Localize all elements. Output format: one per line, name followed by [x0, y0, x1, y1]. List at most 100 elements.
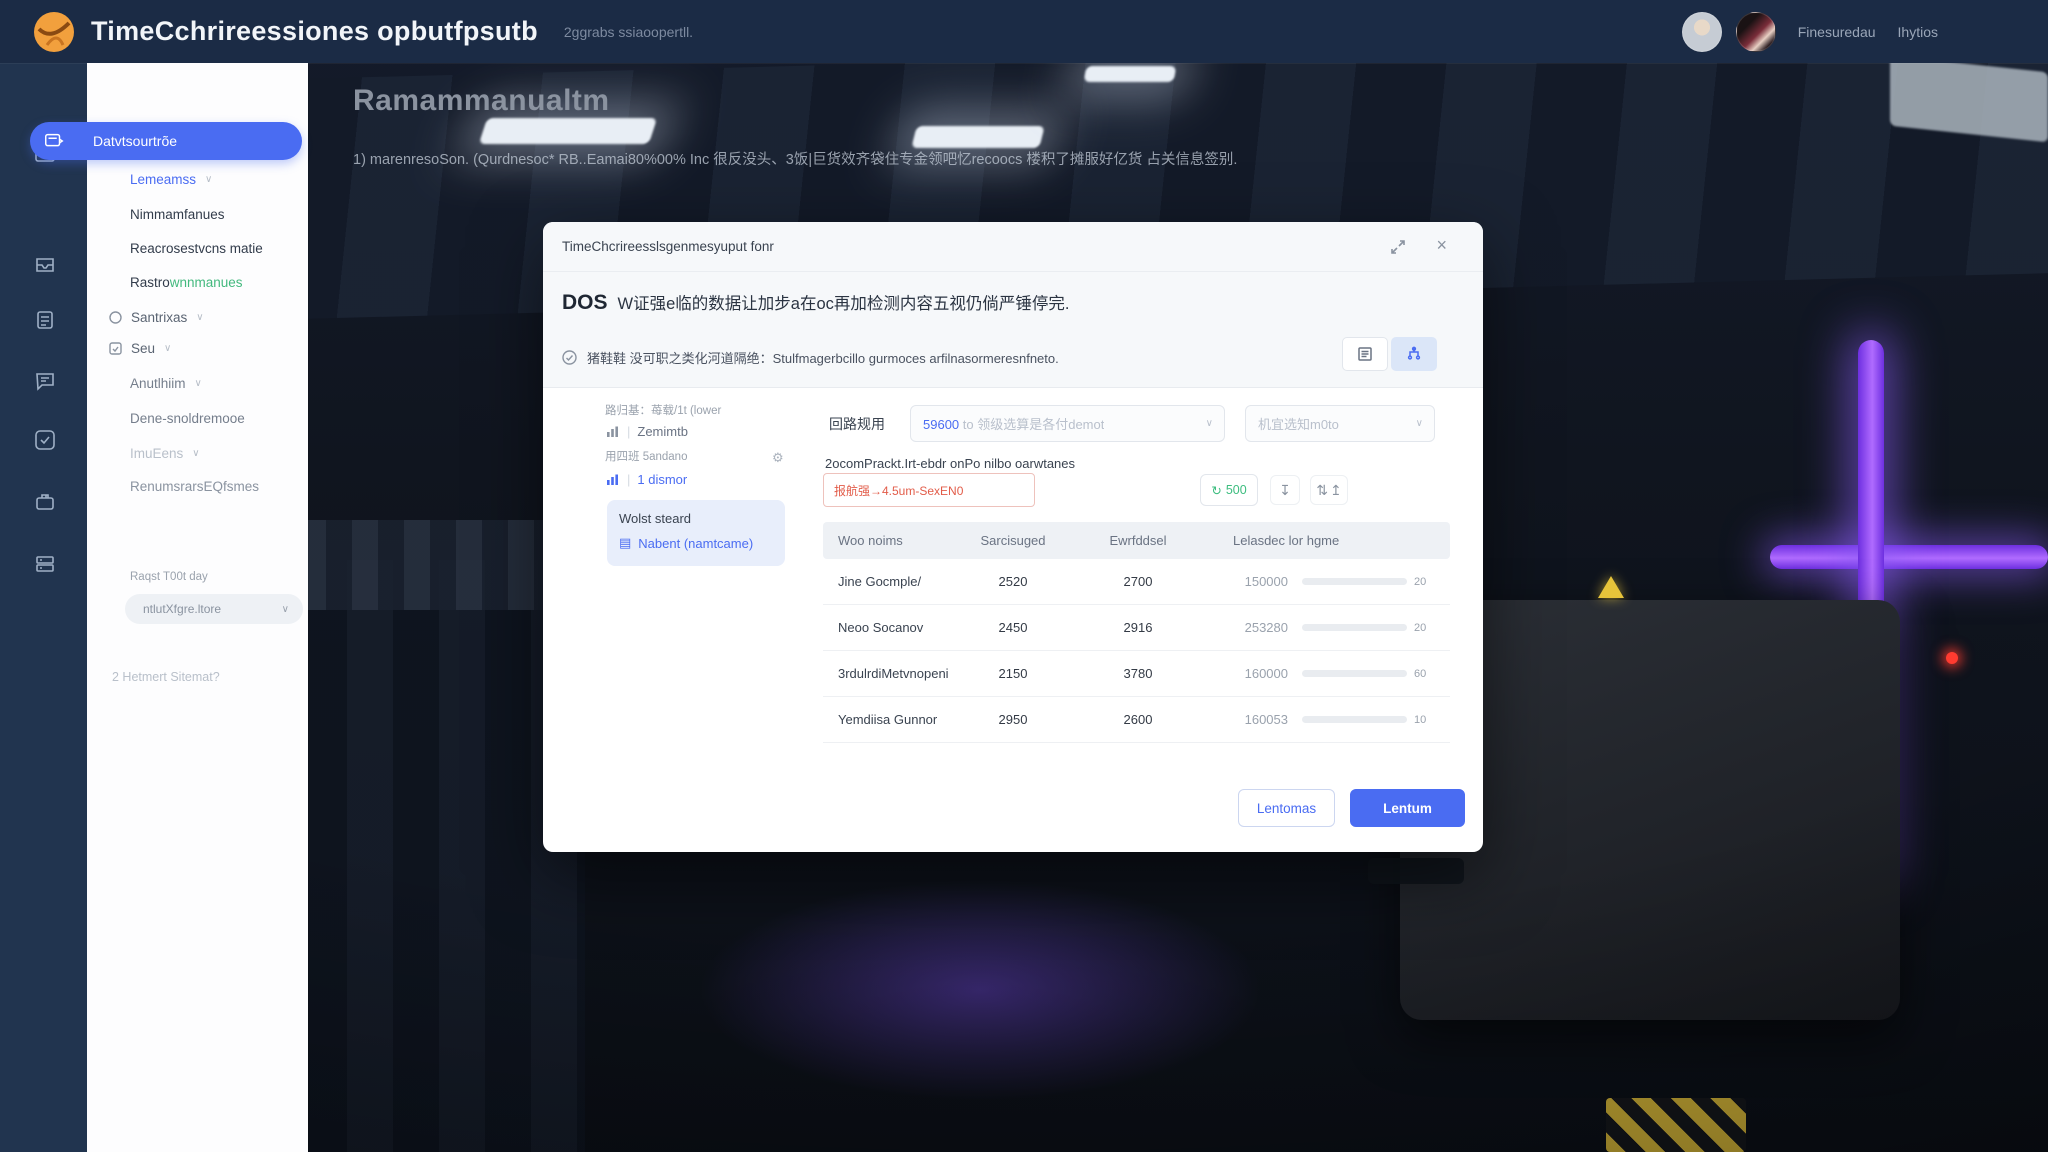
count-label: 500 [1226, 483, 1247, 497]
icon-rail [0, 63, 87, 1152]
document-icon: ▤ [619, 535, 631, 551]
briefcase-icon[interactable] [33, 490, 57, 514]
avatar[interactable] [1736, 12, 1776, 52]
table-row[interactable]: Jine Gocmple/ 2520 2700 150000 20 [823, 559, 1450, 605]
cell-sent: 2950 [953, 712, 1073, 727]
source-item-label: 1 dismor [637, 472, 687, 487]
cell-name: Neoo Socanov [823, 620, 953, 635]
chevron-down-icon: ∨ [196, 312, 203, 323]
sidebar-item[interactable]: RenumsrarsEQfsmes [130, 479, 259, 494]
cell-limit: 160053 [1203, 712, 1288, 727]
divider: | [627, 472, 630, 487]
cell-percent: 60 [1414, 668, 1444, 680]
sidebar: Rarcaaes ✓ Lemeamss∨ Nimmamfanues Reacro… [87, 63, 308, 1152]
circle-icon [108, 310, 123, 325]
sidebar-footer-link[interactable]: 2 Hetmert Sitemat? [112, 670, 220, 684]
table-row[interactable]: 3rdulrdiMetvnopeni 2150 3780 160000 60 [823, 651, 1450, 697]
bar-chart-icon [605, 424, 620, 439]
sidebar-item[interactable]: Santrixas [131, 310, 187, 325]
alert-input[interactable] [823, 473, 1035, 507]
close-icon[interactable]: × [1436, 235, 1447, 256]
cell-evolved: 3780 [1073, 666, 1203, 681]
list-view-button[interactable] [1342, 337, 1388, 371]
chevron-down-icon: ∨ [1206, 418, 1213, 429]
download-sort-button[interactable]: ↧ [1270, 475, 1300, 505]
info-text: 猪鞋鞋 没可职之类化河道隔绝：Stulfmagerbcillo gurmoces… [587, 348, 1059, 367]
refresh-count-button[interactable]: ↻ 500 [1200, 474, 1258, 506]
table-row[interactable]: Neoo Socanov 2450 2916 253280 20 [823, 605, 1450, 651]
progress-bar [1302, 578, 1407, 585]
filter-select-type[interactable]: 机宜选知m0to ∨ [1245, 405, 1435, 442]
cell-limit: 160000 [1203, 666, 1288, 681]
chevron-down-icon: ∨ [195, 378, 202, 389]
inbox-icon[interactable] [33, 252, 57, 276]
page-title: Ramammanualtm [353, 84, 1493, 118]
sidebar-item[interactable]: Seu [131, 341, 155, 356]
sidebar-item-active[interactable]: Datvtsourtrõe [30, 122, 302, 160]
source-item[interactable]: | Zemimtb [605, 424, 688, 439]
sidebar-item[interactable]: Rastrownnmanues [130, 275, 243, 290]
cell-name: Jine Gocmple/ [823, 574, 953, 589]
sidebar-item[interactable]: Dene-snoldremooe [130, 411, 245, 426]
dialog-right-panel: 回路规用 59600 to 领级选算是各付demot ∨ 机宜选知m0to ∨ … [823, 388, 1465, 788]
cell-percent: 20 [1414, 622, 1444, 634]
arrow-up-icon: ↥ [1330, 482, 1342, 499]
table-header-row: Woo noims Sarcisuged Ewrfddsel Lelasdec … [823, 522, 1450, 559]
arrow-down-icon: ↧ [1279, 482, 1291, 499]
section-subtitle: 2ocomPrackt.Irt-ebdr onPo nilbo oarwtane… [825, 456, 1075, 471]
data-table: Woo noims Sarcisuged Ewrfddsel Lelasdec … [823, 522, 1450, 743]
sidebar-item[interactable]: ImuEens [130, 446, 183, 461]
cell-sent: 2520 [953, 574, 1073, 589]
page-description: 1) marenresoSon. (Qurdnesoc* RB..Eamai80… [353, 150, 1493, 172]
chat-icon[interactable] [33, 369, 57, 393]
chevron-down-icon: ∨ [164, 343, 171, 354]
app-logo-icon [33, 11, 75, 53]
selected-source-card[interactable]: Wolst steard ▤ Nabent (namtcame) [607, 500, 785, 566]
app-window: #/draharoals Ramammanualtm 1) marenresoS… [0, 0, 2048, 1152]
source-item[interactable]: | 1 dismor [605, 472, 687, 487]
card-title: Wolst steard [619, 511, 773, 526]
card-link[interactable]: ▤ Nabent (namtcame) [619, 535, 773, 551]
filter-select-range[interactable]: 59600 to 领级选算是各付demot ∨ [910, 405, 1225, 442]
secondary-button[interactable]: Lentomas [1238, 789, 1335, 827]
chevron-down-icon: ∨ [282, 604, 289, 615]
column-header: Lelasdec lor hgme [1203, 533, 1450, 548]
divider: | [627, 424, 630, 439]
tree-view-button[interactable] [1391, 337, 1437, 371]
sort-toggle-button[interactable]: ⇅ ↥ [1310, 475, 1348, 505]
user-name-primary[interactable]: Finesuredau [1798, 24, 1876, 40]
sidebar-item[interactable]: Nimmamfanues [130, 207, 225, 222]
primary-button[interactable]: Lentum [1350, 789, 1465, 827]
dialog-header-area: TimeChcrireesslsgenmesyuput fonr × DOS W… [543, 222, 1483, 388]
avatar[interactable] [1682, 12, 1722, 52]
sidebar-item[interactable]: Reacrosestvcns matie [130, 241, 263, 256]
cell-sent: 2150 [953, 666, 1073, 681]
table-row[interactable]: Yemdiisa Gunnor 2950 2600 160053 10 [823, 697, 1450, 743]
filter-label: 回路规用 [829, 414, 885, 434]
sidebar-item[interactable]: Lemeamss [130, 172, 196, 187]
document-icon[interactable] [33, 308, 57, 332]
server-icon[interactable] [33, 552, 57, 576]
sidebar-dropdown[interactable]: ntlutXfgre.ltore ∨ [125, 594, 303, 624]
active-item-label: Datvtsourtrõe [93, 133, 177, 149]
brand-title: TimeCchrireessiones opbutfpsutb [91, 16, 538, 47]
check-box-icon[interactable] [33, 428, 57, 452]
cell-evolved: 2916 [1073, 620, 1203, 635]
dropdown-value: ntlutXfgre.ltore [143, 602, 221, 616]
cell-limit: 253280 [1203, 620, 1288, 635]
expand-icon[interactable] [1389, 238, 1407, 256]
user-name-secondary[interactable]: Ihytios [1898, 24, 1938, 40]
dialog-titlebar: TimeChcrireesslsgenmesyuput fonr × [543, 222, 1483, 272]
card-link-label: Nabent (namtcame) [638, 536, 753, 551]
source-item-label: Zemimtb [637, 424, 688, 439]
dialog-headline: DOS W证强e临的数据让加步a在oc再加检测内容五视仍倘严锤停完. [562, 290, 1069, 315]
headline-text: W证强e临的数据让加步a在oc再加检测内容五视仍倘严锤停完. [618, 290, 1070, 314]
cell-limit: 150000 [1203, 574, 1288, 589]
sidebar-item[interactable]: Anutlhiim [130, 376, 186, 391]
gear-icon[interactable]: ⚙ [772, 450, 784, 466]
info-row: 猪鞋鞋 没可职之类化河道隔绝：Stulfmagerbcillo gurmoces… [561, 348, 1059, 367]
cell-evolved: 2600 [1073, 712, 1203, 727]
cell-percent: 10 [1414, 714, 1444, 726]
cell-percent: 20 [1414, 576, 1444, 588]
progress-bar [1302, 624, 1407, 631]
